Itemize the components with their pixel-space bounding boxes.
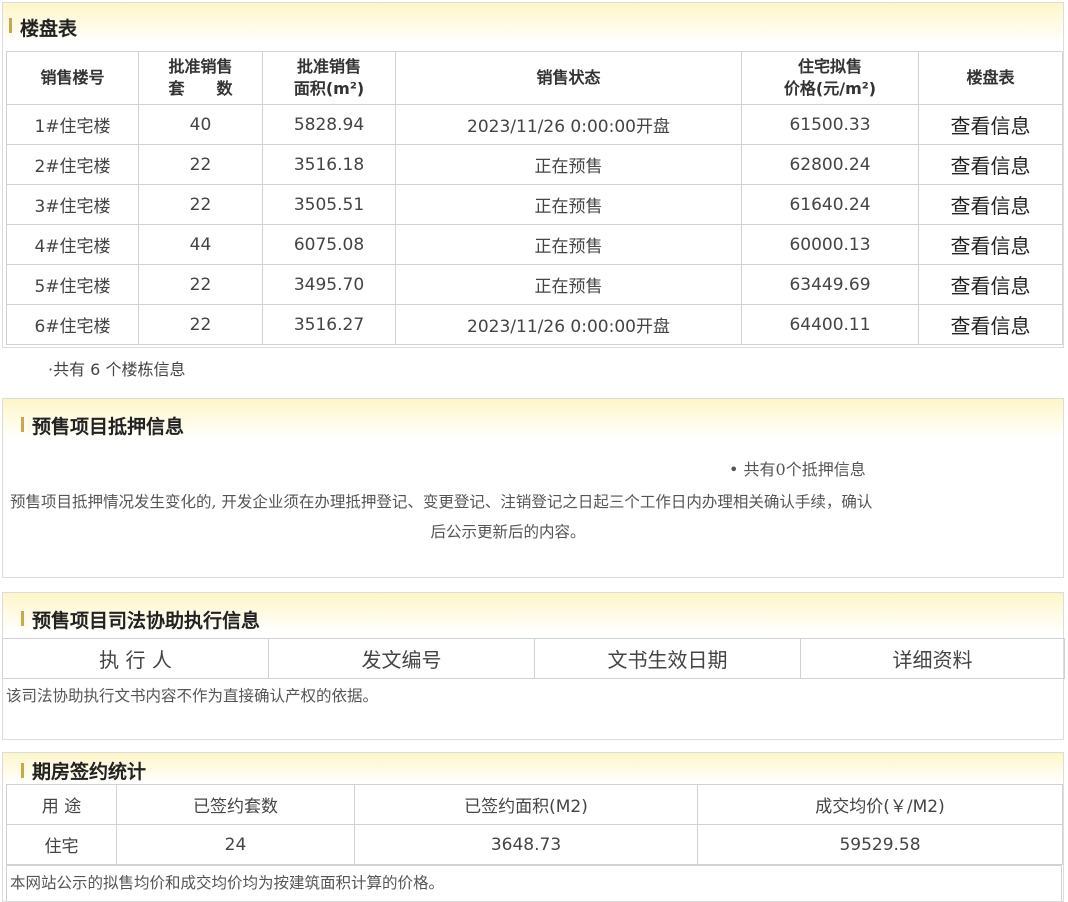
title-bar-marker [9, 18, 12, 33]
mortgage-count-text: • 共有0个抵押信息 [729, 460, 866, 479]
mortgage-notice-line2: 后公示更新后的内容。 [430, 523, 586, 541]
panel-header: 预售项目抵押信息 [3, 399, 1063, 439]
cell-units: 22 [138, 304, 263, 345]
col-header-avg-price: 成交均价(￥/M2) [697, 784, 1063, 825]
table-header-row: 销售楼号 批准销售 套 数 批准销售 面积(m²) 销售状态 住宅拟售 价格(元… [6, 51, 1063, 105]
building-table: 销售楼号 批准销售 套 数 批准销售 面积(m²) 销售状态 住宅拟售 价格(元… [6, 51, 1063, 345]
col-header-usage: 用 途 [6, 784, 117, 825]
table-row: 1#住宅楼 40 5828.94 2023/11/26 0:00:00开盘 61… [6, 104, 1063, 145]
cell-status: 正在预售 [395, 224, 742, 265]
panel-header: 预售项目司法协助执行信息 [3, 593, 1063, 633]
panel-title: 预售项目司法协助执行信息 [32, 610, 261, 632]
col-header-effective-date: 文书生效日期 [534, 638, 801, 679]
view-info-link[interactable]: 查看信息 [918, 304, 1063, 345]
header-text: 批准销售 面积(m²) [293, 57, 365, 98]
panel-title: 预售项目抵押信息 [32, 416, 185, 438]
panel-title: 期房签约统计 [32, 761, 147, 783]
cell-area: 5828.94 [262, 104, 396, 145]
cell-status: 2023/11/26 0:00:00开盘 [395, 304, 742, 345]
building-count-text: ·共有 6 个楼栋信息 [48, 360, 186, 379]
view-info-link[interactable]: 查看信息 [918, 264, 1063, 305]
table-row: 2#住宅楼 22 3516.18 正在预售 62800.24 查看信息 [6, 144, 1063, 185]
col-header-building: 销售楼号 [6, 51, 139, 105]
col-header-document-no: 发文编号 [268, 638, 535, 679]
judicial-panel: 预售项目司法协助执行信息 执 行 人 发文编号 文书生效日期 详细资料 该司法协… [2, 592, 1065, 740]
mortgage-notice-line1: 预售项目抵押情况发生变化的, 开发企业须在办理抵押登记、变更登记、注销登记之日起… [10, 493, 873, 511]
cell-area: 3516.27 [262, 304, 396, 345]
view-info-link[interactable]: 查看信息 [918, 224, 1063, 265]
mortgage-panel: 预售项目抵押信息 • 共有0个抵押信息 预售项目抵押情况发生变化的, 开发企业须… [2, 398, 1064, 578]
cell-status: 正在预售 [395, 264, 742, 305]
col-header-details: 详细资料 [800, 638, 1065, 679]
col-header-price: 住宅拟售 价格(元/m²) [741, 51, 919, 105]
contract-notice-row: 本网站公示的拟售均价和成交均价均为按建筑面积计算的价格。 [6, 865, 1062, 901]
header-text: 住宅拟售 价格(元/m²) [783, 57, 877, 98]
cell-price: 63449.69 [741, 264, 919, 305]
view-info-link[interactable]: 查看信息 [918, 104, 1063, 145]
table-row: 6#住宅楼 22 3516.27 2023/11/26 0:00:00开盘 64… [6, 304, 1063, 345]
cell-usage: 住宅 [6, 824, 117, 865]
cell-units: 22 [138, 184, 263, 225]
cell-building: 2#住宅楼 [6, 144, 139, 185]
building-table-panel: 楼盘表 销售楼号 批准销售 套 数 批准销售 面积(m²) 销售状态 住宅拟售 … [2, 2, 1064, 348]
cell-building: 4#住宅楼 [6, 224, 139, 265]
col-header-approved-units: 批准销售 套 数 [138, 51, 263, 105]
cell-price: 62800.24 [741, 144, 919, 185]
cell-building: 6#住宅楼 [6, 304, 139, 345]
header-text: 批准销售 套 数 [168, 57, 233, 98]
cell-status: 2023/11/26 0:00:00开盘 [395, 104, 742, 145]
col-header-building-table: 楼盘表 [918, 51, 1063, 105]
cell-signed-area: 3648.73 [354, 824, 698, 865]
title-bar-marker [21, 611, 24, 626]
col-header-signed-area: 已签约面积(M2) [354, 784, 698, 825]
view-info-link[interactable]: 查看信息 [918, 144, 1063, 185]
cell-building: 3#住宅楼 [6, 184, 139, 225]
cell-price: 61500.33 [741, 104, 919, 145]
cell-price: 60000.13 [741, 224, 919, 265]
cell-price: 64400.11 [741, 304, 919, 345]
contract-stats-table: 用 途 已签约套数 已签约面积(M2) 成交均价(￥/M2) 住宅 24 364… [6, 784, 1063, 865]
cell-building: 5#住宅楼 [6, 264, 139, 305]
cell-status: 正在预售 [395, 144, 742, 185]
col-header-approved-area: 批准销售 面积(m²) [262, 51, 396, 105]
judicial-table: 执 行 人 发文编号 文书生效日期 详细资料 [2, 638, 1065, 679]
view-info-link[interactable]: 查看信息 [918, 184, 1063, 225]
title-bar-marker [21, 417, 24, 432]
cell-area: 3495.70 [262, 264, 396, 305]
panel-header: 楼盘表 [3, 3, 1063, 43]
contract-stats-panel: 期房签约统计 用 途 已签约套数 已签约面积(M2) 成交均价(￥/M2) 住宅… [2, 752, 1064, 902]
cell-area: 3505.51 [262, 184, 396, 225]
cell-units: 22 [138, 264, 263, 305]
table-header-row: 执 行 人 发文编号 文书生效日期 详细资料 [2, 638, 1065, 679]
cell-building: 1#住宅楼 [6, 104, 139, 145]
panel-header: 期房签约统计 [3, 753, 1063, 783]
table-row: 住宅 24 3648.73 59529.58 [6, 824, 1063, 865]
cell-area: 3516.18 [262, 144, 396, 185]
cell-avg-price: 59529.58 [697, 824, 1063, 865]
table-row: 5#住宅楼 22 3495.70 正在预售 63449.69 查看信息 [6, 264, 1063, 305]
cell-status: 正在预售 [395, 184, 742, 225]
cell-area: 6075.08 [262, 224, 396, 265]
title-bar-marker [21, 763, 24, 778]
table-row: 4#住宅楼 44 6075.08 正在预售 60000.13 查看信息 [6, 224, 1063, 265]
table-row: 3#住宅楼 22 3505.51 正在预售 61640.24 查看信息 [6, 184, 1063, 225]
judicial-notice: 该司法协助执行文书内容不作为直接确认产权的依据。 [6, 687, 379, 705]
cell-price: 61640.24 [741, 184, 919, 225]
contract-notice: 本网站公示的拟售均价和成交均价均为按建筑面积计算的价格。 [10, 874, 445, 892]
col-header-executor: 执 行 人 [2, 638, 269, 679]
cell-signed-units: 24 [116, 824, 355, 865]
cell-units: 22 [138, 144, 263, 185]
cell-units: 40 [138, 104, 263, 145]
col-header-signed-units: 已签约套数 [116, 784, 355, 825]
panel-title: 楼盘表 [20, 18, 78, 40]
col-header-sale-status: 销售状态 [395, 51, 742, 105]
cell-units: 44 [138, 224, 263, 265]
table-header-row: 用 途 已签约套数 已签约面积(M2) 成交均价(￥/M2) [6, 784, 1063, 825]
